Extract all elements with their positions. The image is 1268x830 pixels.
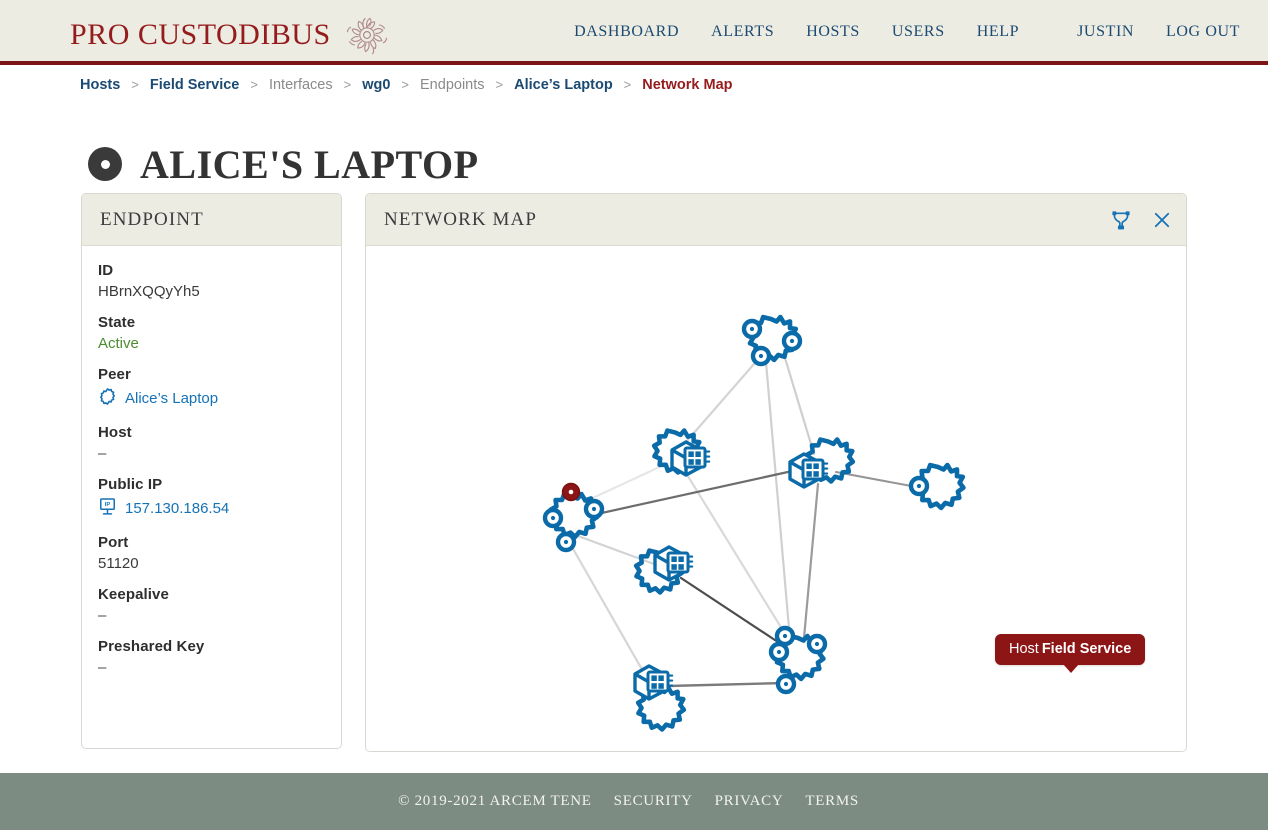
map-node-peer-alert[interactable] [542, 482, 605, 553]
nav-hosts[interactable]: HOSTS [806, 23, 860, 41]
map-node-host[interactable] [633, 664, 684, 730]
field-label-peer: Peer [98, 366, 131, 383]
medusa-head-icon [343, 12, 391, 58]
field-label-preshared-key: Preshared Key [98, 638, 205, 655]
nav-user-justin[interactable]: JUSTIN [1077, 23, 1134, 41]
ip-address-icon: IP [98, 497, 117, 520]
page-title: ALICE'S LAPTOP [140, 141, 479, 187]
map-node-peer[interactable] [768, 625, 828, 695]
field-value-preshared-key: – [98, 659, 107, 676]
field-label-host: Host [98, 424, 132, 441]
breadcrumb-separator: > [495, 77, 504, 92]
breadcrumb-separator: > [343, 77, 352, 92]
footer-copyright: © 2019-2021 ARCEM TENE [398, 793, 592, 809]
endpoint-panel: ENDPOINT ID HBrnXQQyYh5 State Active Pee… [81, 193, 342, 749]
breadcrumb-item-alices-laptop[interactable]: Alice’s Laptop [514, 77, 613, 93]
nav-logout[interactable]: LOG OUT [1166, 23, 1240, 41]
map-tooltip-value: Field Service [1041, 641, 1132, 657]
breadcrumb: Hosts > Field Service > Interfaces > wg0… [80, 77, 733, 93]
svg-text:IP: IP [105, 502, 111, 508]
field-value-port: 51120 [98, 555, 139, 572]
footer-privacy[interactable]: PRIVACY [715, 793, 784, 810]
footer-security[interactable]: SECURITY [614, 793, 693, 810]
peer-gear-icon [98, 387, 117, 410]
brand-name: PRO CUSTODIBUS [70, 18, 331, 51]
map-node-peer[interactable] [908, 465, 963, 508]
field-label-id: ID [98, 262, 114, 279]
public-ip-link[interactable]: 157.130.186.54 [125, 500, 229, 517]
breadcrumb-item-wg0[interactable]: wg0 [362, 77, 390, 93]
endpoint-panel-title: ENDPOINT [100, 208, 204, 230]
breadcrumb-separator: > [401, 77, 410, 92]
filled-dot-icon [88, 147, 122, 182]
field-value-id: HBrnXQQyYh5 [98, 283, 200, 300]
map-node-host-field-service[interactable] [654, 430, 711, 477]
map-node-host[interactable] [636, 545, 694, 593]
network-map-panel-header: NETWORK MAP [366, 194, 1186, 246]
endpoint-panel-header: ENDPOINT [82, 194, 341, 246]
breadcrumb-item-network-map: Network Map [642, 77, 733, 93]
breadcrumb-item-interfaces[interactable]: Interfaces [269, 77, 333, 93]
map-node-host[interactable] [788, 439, 853, 489]
field-label-public-ip: Public IP [98, 476, 163, 493]
nav-dashboard[interactable]: DASHBOARD [574, 23, 679, 41]
endpoint-panel-body: ID HBrnXQQyYh5 State Active Peer Alice’s… [82, 246, 341, 688]
status-badge-state: Active [98, 335, 139, 352]
network-map-panel-title: NETWORK MAP [384, 208, 538, 230]
field-value-host: – [98, 445, 107, 462]
fit-graph-icon[interactable] [1110, 210, 1132, 231]
field-label-keepalive: Keepalive [98, 586, 169, 603]
site-footer: © 2019-2021 ARCEM TENE SECURITY PRIVACY … [0, 773, 1268, 830]
primary-nav: DASHBOARD ALERTS HOSTS USERS HELP JUSTIN… [542, 23, 1240, 41]
brand-logo[interactable]: PRO CUSTODIBUS [70, 12, 391, 58]
map-tooltip: Host Field Service [995, 634, 1146, 673]
network-map-canvas[interactable]: Host Field Service [366, 246, 1186, 751]
network-map-panel: NETWORK MAP Host Field Service [365, 193, 1187, 752]
field-label-state: State [98, 314, 136, 331]
nav-alerts[interactable]: ALERTS [711, 23, 774, 41]
map-tooltip-label: Host [1009, 641, 1039, 657]
breadcrumb-separator: > [623, 77, 632, 92]
nav-users[interactable]: USERS [892, 23, 945, 41]
breadcrumb-separator: > [131, 77, 139, 92]
footer-terms[interactable]: TERMS [805, 793, 859, 810]
network-map-panel-actions [1110, 194, 1172, 246]
site-header: PRO CUSTODIBUS DASHBOARD ALERTS HOSTS US… [0, 0, 1268, 65]
breadcrumb-separator: > [250, 77, 258, 92]
field-label-port: Port [98, 534, 129, 551]
map-node-peer[interactable] [741, 317, 803, 367]
breadcrumb-item-endpoints[interactable]: Endpoints [420, 77, 485, 93]
breadcrumb-item-hosts[interactable]: Hosts [80, 77, 120, 93]
field-value-peer: Alice’s Laptop [98, 387, 325, 410]
peer-link[interactable]: Alice’s Laptop [125, 390, 218, 407]
field-value-keepalive: – [98, 607, 107, 624]
breadcrumb-item-field-service[interactable]: Field Service [150, 77, 239, 93]
field-value-public-ip: IP 157.130.186.54 [98, 497, 325, 520]
nav-help[interactable]: HELP [977, 23, 1019, 41]
close-icon[interactable] [1152, 210, 1172, 230]
